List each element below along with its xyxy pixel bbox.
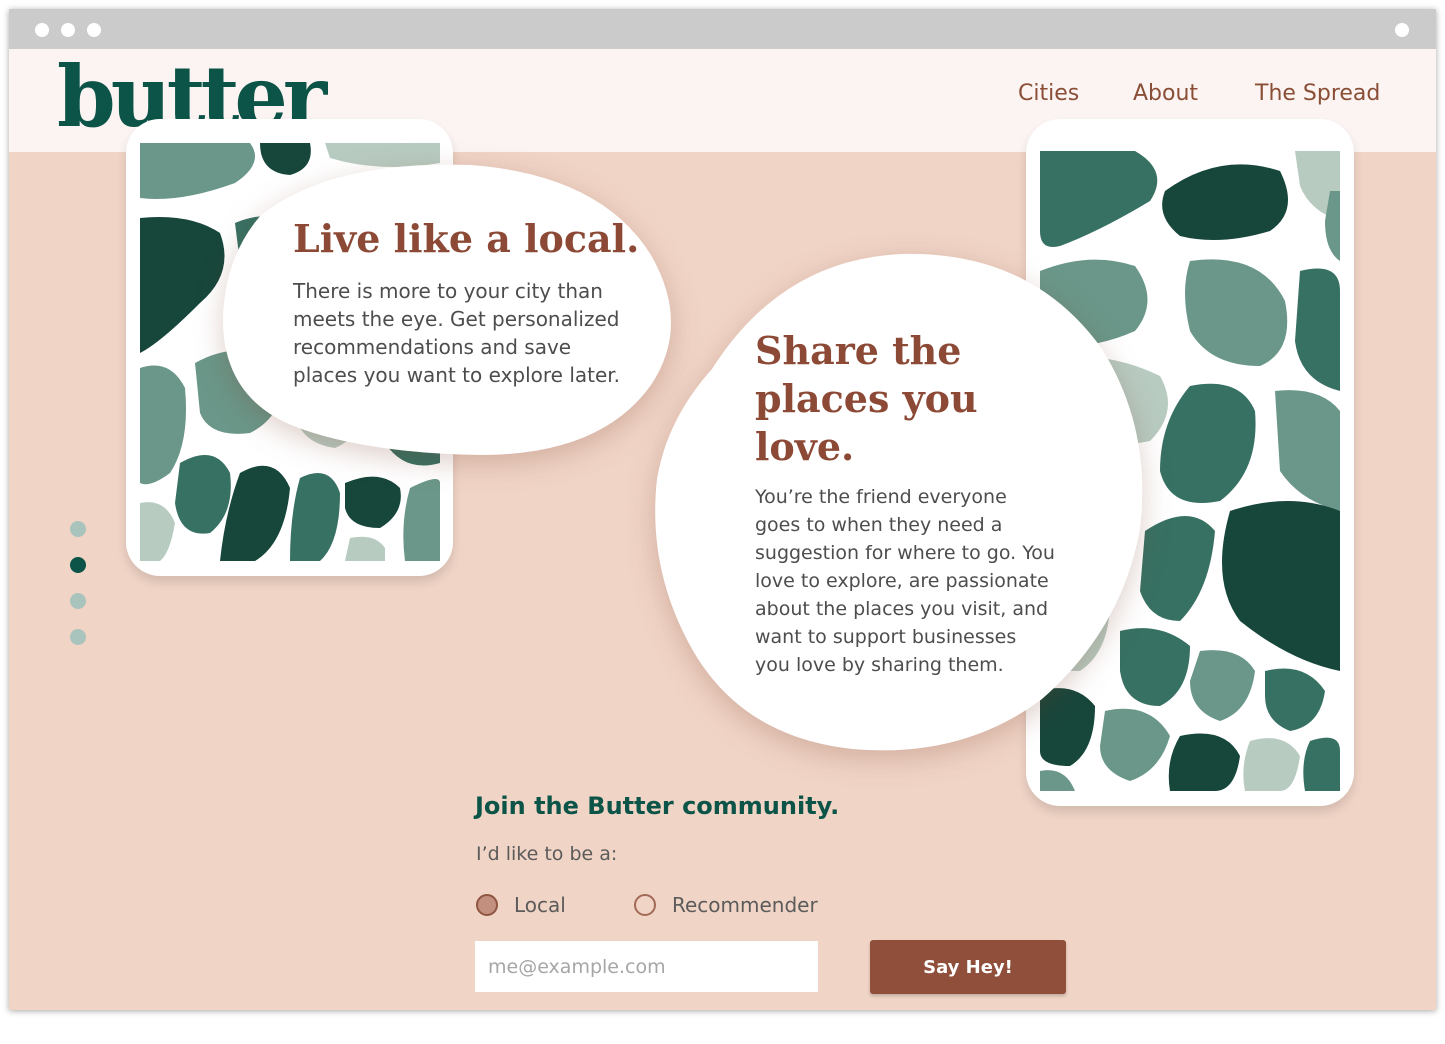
role-prompt: I’d like to be a:	[476, 843, 618, 865]
carousel-dot-3[interactable]	[70, 593, 86, 609]
carousel-dot-2[interactable]	[70, 557, 86, 573]
window-dot-icon	[87, 23, 101, 37]
role-option-local-label: Local	[514, 893, 566, 917]
nav-link-the-spread[interactable]: The Spread	[1255, 81, 1380, 106]
role-option-recommender[interactable]: Recommender	[634, 893, 818, 917]
browser-chrome	[9, 9, 1436, 49]
role-option-recommender-label: Recommender	[672, 893, 818, 917]
nav-link-cities[interactable]: Cities	[1018, 81, 1079, 106]
role-option-local[interactable]: Local	[476, 893, 566, 917]
carousel-dot-1[interactable]	[70, 521, 86, 537]
share-card-title: Share the places you love.	[755, 328, 978, 469]
local-card-body: There is more to your city than meets th…	[293, 279, 621, 387]
radio-checked-icon[interactable]	[476, 894, 498, 916]
share-card-body: You’re the friend everyone goes to when …	[755, 486, 1055, 676]
window-dot-icon	[35, 23, 49, 37]
local-card-title: Live like a local.	[293, 216, 640, 261]
share-card: Share the places you love. You’re the fr…	[755, 327, 1085, 679]
radio-unchecked-icon[interactable]	[634, 894, 656, 916]
email-field[interactable]	[475, 941, 818, 992]
carousel-dot-4[interactable]	[70, 629, 86, 645]
nav-link-about[interactable]: About	[1133, 81, 1198, 106]
say-hey-button[interactable]: Say Hey!	[870, 940, 1066, 994]
browser-window: butter Cities About The Spread Live like…	[9, 9, 1436, 1010]
signup-heading: Join the Butter community.	[475, 792, 840, 820]
window-dot-icon	[61, 23, 75, 37]
window-dot-icon	[1395, 23, 1409, 37]
local-card: Live like a local. There is more to your…	[293, 217, 653, 389]
